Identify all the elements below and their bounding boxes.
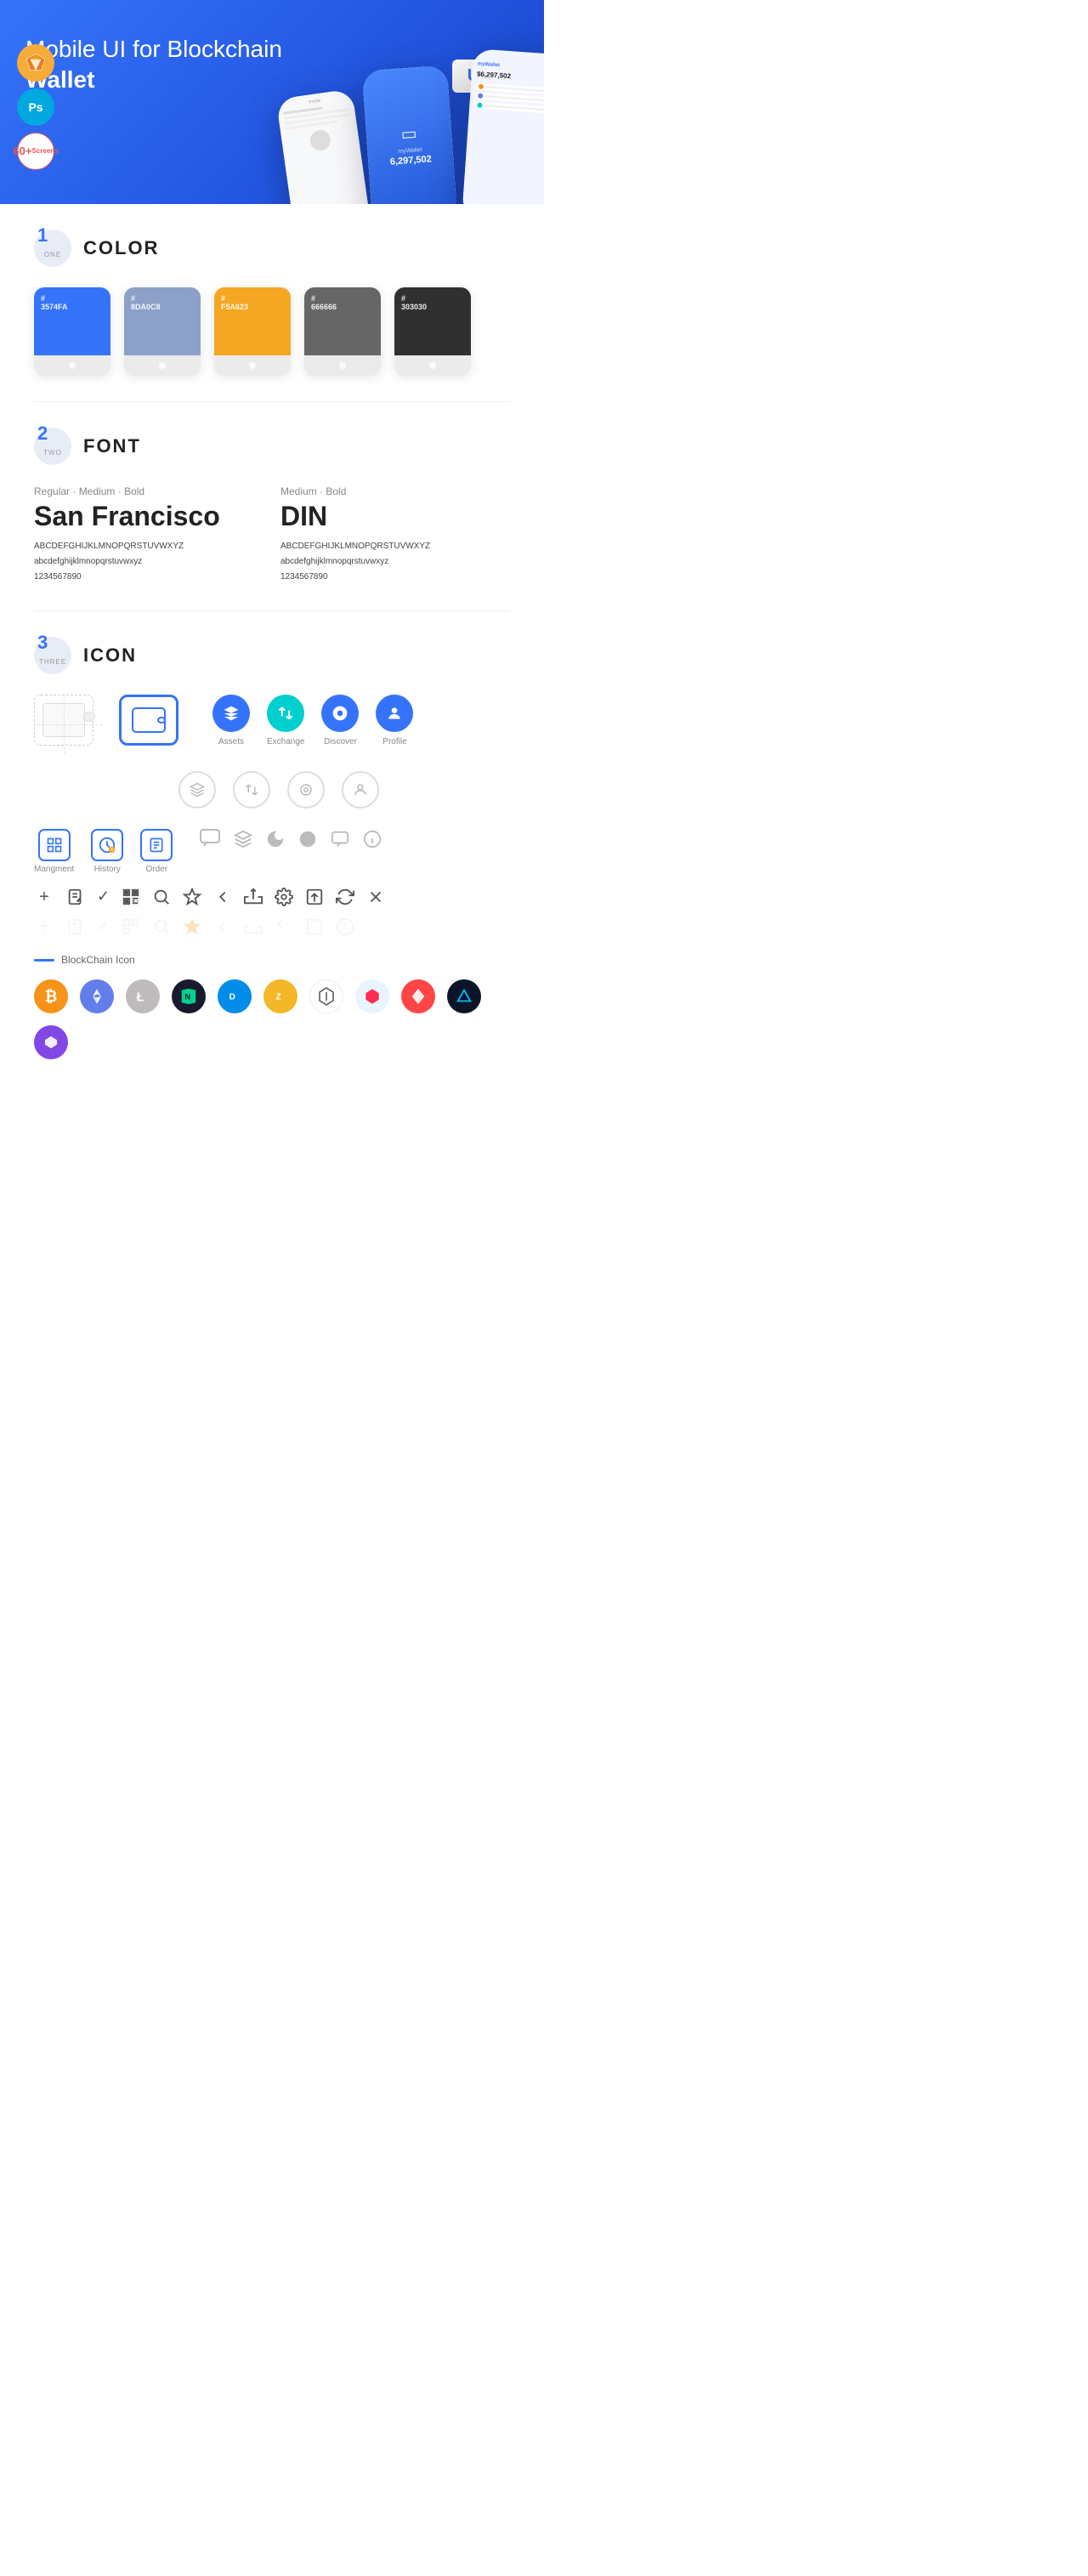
check-icon: ✓ xyxy=(97,888,110,911)
svg-text:Ł: Ł xyxy=(137,991,144,1005)
iota-icon xyxy=(309,979,343,1013)
icon-section-num: 3 THREE xyxy=(34,637,71,674)
management-icon xyxy=(38,829,71,861)
exchange-icon xyxy=(267,695,304,732)
layers-icon xyxy=(234,830,252,853)
wallet-wireframe-icon xyxy=(34,695,102,754)
order-icon xyxy=(140,829,173,861)
discover-icon-item: Discover xyxy=(321,695,359,746)
icon-section-header: 3 THREE ICON xyxy=(34,637,510,674)
ltc-icon: Ł xyxy=(126,979,160,1013)
icon-ghost-row xyxy=(178,771,510,809)
color-card-gray-blue: #8DA0C8 xyxy=(124,287,201,376)
assets-icon xyxy=(212,695,250,732)
management-nav-icon: Mangment xyxy=(34,829,74,874)
doc-edit-icon xyxy=(66,888,85,911)
star-icon xyxy=(183,888,201,911)
color-section-header: 1 ONE COLOR xyxy=(34,230,510,267)
tool-icons-ghost-row: + ✓ xyxy=(34,917,510,940)
close-icon xyxy=(366,888,385,911)
assets-ghost-icon xyxy=(178,771,216,809)
nav-icons-group: Assets Exchange Discover P xyxy=(212,695,413,746)
font-sf: Regular · Medium · Bold San Francisco AB… xyxy=(34,485,264,585)
svg-text:Z: Z xyxy=(276,993,281,1002)
sketch-badge xyxy=(17,44,54,82)
chat-icon xyxy=(200,829,220,853)
discover-ghost-icon xyxy=(287,771,325,809)
upload-box-icon xyxy=(305,888,324,911)
profile-ghost-icon xyxy=(342,771,379,809)
blockchain-label: BlockChain Icon xyxy=(34,954,510,966)
color-swatches: #3574FA #8DA0C8 #F5A623 #666666 #303030 xyxy=(34,287,510,376)
dash-icon: D xyxy=(218,979,252,1013)
phone-mockups: Profile ▭ myWallet 6,297,502 + + myWalle… xyxy=(284,51,544,204)
bubble-icon xyxy=(331,830,349,853)
ps-badge: Ps xyxy=(17,88,54,126)
zec-icon: Z xyxy=(264,979,298,1013)
search-icon[interactable] xyxy=(152,888,171,911)
matic-icon xyxy=(34,1025,68,1059)
history-nav-icon: History xyxy=(91,829,123,874)
plus-icon: + xyxy=(34,888,54,911)
exchange-icon-item: Exchange xyxy=(267,695,304,746)
color-card-dark: #303030 xyxy=(394,287,471,376)
color-section-title: COLOR xyxy=(83,237,159,259)
bottom-nav-icons-row: Mangment History Order xyxy=(34,829,510,874)
hero-section: Mobile UI for Blockchain Wallet UI Kit P… xyxy=(0,0,544,204)
profile-icon-item: Profile xyxy=(376,695,413,746)
profile-icon xyxy=(376,695,413,732)
settings-icon[interactable] xyxy=(275,888,293,911)
info-icon xyxy=(363,830,382,853)
qr-icon xyxy=(122,888,140,911)
svg-text:D: D xyxy=(230,993,235,1002)
wallet-icons-row: Assets Exchange Discover P xyxy=(34,695,510,754)
color-section-num: 1 ONE xyxy=(34,230,71,267)
hero-title: Mobile UI for Blockchain Wallet xyxy=(26,34,298,96)
font-section: 2 TWO FONT Regular · Medium · Bold San F… xyxy=(0,402,544,610)
phone-1: Profile xyxy=(276,88,371,204)
misc-icons-row xyxy=(200,829,382,853)
exchange-ghost-icon xyxy=(233,771,270,809)
screens-badge: 60+ Screens xyxy=(17,133,54,170)
crypto-icons-row: ₿ Ł N D Z xyxy=(34,979,510,1059)
share-icon xyxy=(244,888,263,911)
ark-icon xyxy=(355,979,389,1013)
neo-icon: N xyxy=(172,979,206,1013)
phone-2: ▭ myWallet 6,297,502 xyxy=(362,65,457,204)
btc-icon: ₿ xyxy=(34,979,68,1013)
svg-text:N: N xyxy=(184,993,190,1001)
order-nav-icon: Order xyxy=(140,829,173,874)
font-section-header: 2 TWO FONT xyxy=(34,428,510,465)
moon-icon xyxy=(266,830,285,853)
discover-icon xyxy=(321,695,359,732)
tool-icons-row-1: + ✓ xyxy=(34,888,510,911)
refresh-icon xyxy=(336,888,354,911)
hero-badges-list: Ps 60+ Screens xyxy=(17,44,54,170)
assets-icon-item: Assets xyxy=(212,695,250,746)
font-din: Medium · Bold DIN ABCDEFGHIJKLMNOPQRSTUV… xyxy=(280,485,510,585)
eth-icon xyxy=(80,979,114,1013)
golem-icon xyxy=(447,979,481,1013)
chevron-left-icon xyxy=(213,888,232,911)
icon-section: 3 THREE ICON Asse xyxy=(0,611,544,1110)
icon-section-title: ICON xyxy=(83,644,137,667)
mana-icon xyxy=(401,979,435,1013)
font-grid: Regular · Medium · Bold San Francisco AB… xyxy=(34,485,510,585)
font-section-title: FONT xyxy=(83,435,141,457)
blockchain-line xyxy=(34,959,54,962)
history-icon xyxy=(91,829,123,861)
color-card-blue: #3574FA xyxy=(34,287,110,376)
color-card-orange: #F5A623 xyxy=(214,287,291,376)
dot-circle-icon xyxy=(298,830,317,853)
wallet-blue-icon xyxy=(119,695,178,746)
color-section: 1 ONE COLOR #3574FA #8DA0C8 #F5A623 #666… xyxy=(0,204,544,401)
color-card-gray: #666666 xyxy=(304,287,381,376)
phone-3: + + myWallet $6,297,502 xyxy=(462,48,544,204)
font-section-num: 2 TWO xyxy=(34,428,71,465)
star-filled-icon xyxy=(183,917,201,940)
